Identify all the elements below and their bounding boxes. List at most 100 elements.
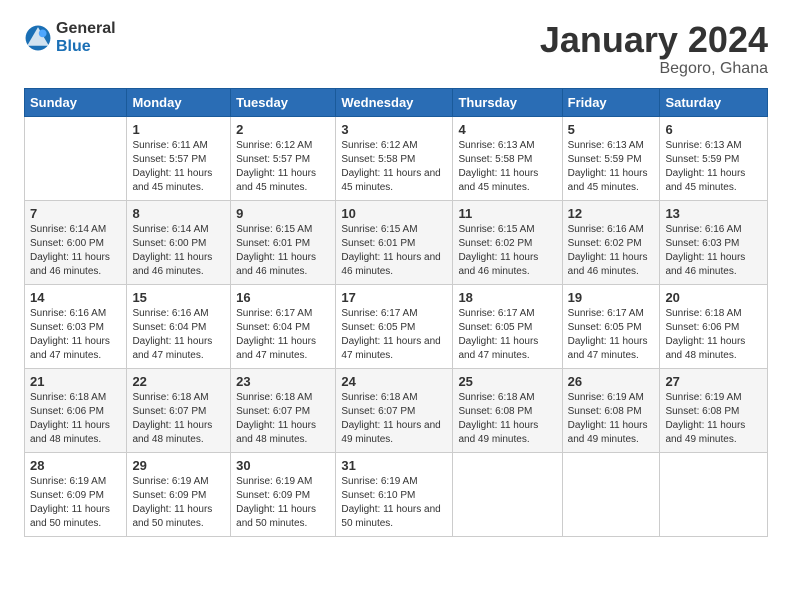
day-number: 18 — [458, 290, 556, 305]
calendar-cell: 15 Sunrise: 6:16 AM Sunset: 6:04 PM Dayl… — [127, 284, 231, 368]
day-number: 8 — [132, 206, 225, 221]
calendar-subtitle: Begoro, Ghana — [540, 60, 768, 78]
day-number: 12 — [568, 206, 655, 221]
column-header-wednesday: Wednesday — [336, 88, 453, 116]
calendar-cell: 22 Sunrise: 6:18 AM Sunset: 6:07 PM Dayl… — [127, 368, 231, 452]
calendar-cell: 20 Sunrise: 6:18 AM Sunset: 6:06 PM Dayl… — [660, 284, 768, 368]
calendar-cell: 25 Sunrise: 6:18 AM Sunset: 6:08 PM Dayl… — [453, 368, 562, 452]
calendar-cell: 23 Sunrise: 6:18 AM Sunset: 6:07 PM Dayl… — [231, 368, 336, 452]
day-number: 11 — [458, 206, 556, 221]
calendar-cell: 19 Sunrise: 6:17 AM Sunset: 6:05 PM Dayl… — [562, 284, 660, 368]
day-number: 30 — [236, 458, 330, 473]
day-details: Sunrise: 6:13 AM Sunset: 5:59 PM Dayligh… — [568, 139, 655, 195]
day-number: 17 — [341, 290, 447, 305]
day-details: Sunrise: 6:16 AM Sunset: 6:04 PM Dayligh… — [132, 307, 225, 363]
calendar-cell — [660, 452, 768, 536]
calendar-title: January 2024 — [540, 20, 768, 60]
calendar-cell: 8 Sunrise: 6:14 AM Sunset: 6:00 PM Dayli… — [127, 200, 231, 284]
calendar-cell: 1 Sunrise: 6:11 AM Sunset: 5:57 PM Dayli… — [127, 116, 231, 200]
day-number: 4 — [458, 122, 556, 137]
calendar-week-row: 7 Sunrise: 6:14 AM Sunset: 6:00 PM Dayli… — [25, 200, 768, 284]
day-details: Sunrise: 6:16 AM Sunset: 6:02 PM Dayligh… — [568, 223, 655, 279]
day-details: Sunrise: 6:11 AM Sunset: 5:57 PM Dayligh… — [132, 139, 225, 195]
day-number: 5 — [568, 122, 655, 137]
calendar-week-row: 21 Sunrise: 6:18 AM Sunset: 6:06 PM Dayl… — [25, 368, 768, 452]
calendar-cell: 26 Sunrise: 6:19 AM Sunset: 6:08 PM Dayl… — [562, 368, 660, 452]
calendar-cell: 2 Sunrise: 6:12 AM Sunset: 5:57 PM Dayli… — [231, 116, 336, 200]
day-details: Sunrise: 6:18 AM Sunset: 6:06 PM Dayligh… — [30, 391, 121, 447]
day-details: Sunrise: 6:17 AM Sunset: 6:05 PM Dayligh… — [341, 307, 447, 363]
calendar-cell: 5 Sunrise: 6:13 AM Sunset: 5:59 PM Dayli… — [562, 116, 660, 200]
day-details: Sunrise: 6:19 AM Sunset: 6:09 PM Dayligh… — [30, 475, 121, 531]
day-details: Sunrise: 6:19 AM Sunset: 6:10 PM Dayligh… — [341, 475, 447, 531]
calendar-week-row: 28 Sunrise: 6:19 AM Sunset: 6:09 PM Dayl… — [25, 452, 768, 536]
day-number: 15 — [132, 290, 225, 305]
day-number: 14 — [30, 290, 121, 305]
calendar-cell: 18 Sunrise: 6:17 AM Sunset: 6:05 PM Dayl… — [453, 284, 562, 368]
title-area: January 2024 Begoro, Ghana — [540, 20, 768, 78]
day-number: 26 — [568, 374, 655, 389]
day-number: 9 — [236, 206, 330, 221]
calendar-cell: 10 Sunrise: 6:15 AM Sunset: 6:01 PM Dayl… — [336, 200, 453, 284]
calendar-cell: 27 Sunrise: 6:19 AM Sunset: 6:08 PM Dayl… — [660, 368, 768, 452]
calendar-cell: 14 Sunrise: 6:16 AM Sunset: 6:03 PM Dayl… — [25, 284, 127, 368]
calendar-cell: 11 Sunrise: 6:15 AM Sunset: 6:02 PM Dayl… — [453, 200, 562, 284]
day-details: Sunrise: 6:19 AM Sunset: 6:08 PM Dayligh… — [568, 391, 655, 447]
day-number: 2 — [236, 122, 330, 137]
column-header-monday: Monday — [127, 88, 231, 116]
calendar-week-row: 1 Sunrise: 6:11 AM Sunset: 5:57 PM Dayli… — [25, 116, 768, 200]
column-header-tuesday: Tuesday — [231, 88, 336, 116]
calendar-cell: 21 Sunrise: 6:18 AM Sunset: 6:06 PM Dayl… — [25, 368, 127, 452]
day-details: Sunrise: 6:17 AM Sunset: 6:05 PM Dayligh… — [568, 307, 655, 363]
day-details: Sunrise: 6:12 AM Sunset: 5:58 PM Dayligh… — [341, 139, 447, 195]
day-number: 23 — [236, 374, 330, 389]
day-number: 16 — [236, 290, 330, 305]
calendar-cell: 3 Sunrise: 6:12 AM Sunset: 5:58 PM Dayli… — [336, 116, 453, 200]
day-number: 29 — [132, 458, 225, 473]
day-details: Sunrise: 6:17 AM Sunset: 6:04 PM Dayligh… — [236, 307, 330, 363]
day-number: 24 — [341, 374, 447, 389]
calendar-cell: 12 Sunrise: 6:16 AM Sunset: 6:02 PM Dayl… — [562, 200, 660, 284]
calendar-cell: 28 Sunrise: 6:19 AM Sunset: 6:09 PM Dayl… — [25, 452, 127, 536]
logo: General Blue — [24, 20, 116, 55]
column-header-sunday: Sunday — [25, 88, 127, 116]
day-number: 28 — [30, 458, 121, 473]
calendar-cell — [25, 116, 127, 200]
day-details: Sunrise: 6:12 AM Sunset: 5:57 PM Dayligh… — [236, 139, 330, 195]
day-details: Sunrise: 6:17 AM Sunset: 6:05 PM Dayligh… — [458, 307, 556, 363]
day-details: Sunrise: 6:13 AM Sunset: 5:59 PM Dayligh… — [665, 139, 762, 195]
logo-general: General — [56, 20, 116, 38]
calendar-week-row: 14 Sunrise: 6:16 AM Sunset: 6:03 PM Dayl… — [25, 284, 768, 368]
day-details: Sunrise: 6:18 AM Sunset: 6:07 PM Dayligh… — [132, 391, 225, 447]
calendar-cell: 4 Sunrise: 6:13 AM Sunset: 5:58 PM Dayli… — [453, 116, 562, 200]
day-number: 25 — [458, 374, 556, 389]
day-details: Sunrise: 6:15 AM Sunset: 6:01 PM Dayligh… — [236, 223, 330, 279]
day-details: Sunrise: 6:13 AM Sunset: 5:58 PM Dayligh… — [458, 139, 556, 195]
day-details: Sunrise: 6:18 AM Sunset: 6:08 PM Dayligh… — [458, 391, 556, 447]
calendar-table: SundayMondayTuesdayWednesdayThursdayFrid… — [24, 88, 768, 537]
calendar-cell: 24 Sunrise: 6:18 AM Sunset: 6:07 PM Dayl… — [336, 368, 453, 452]
day-details: Sunrise: 6:16 AM Sunset: 6:03 PM Dayligh… — [665, 223, 762, 279]
day-details: Sunrise: 6:14 AM Sunset: 6:00 PM Dayligh… — [132, 223, 225, 279]
day-number: 3 — [341, 122, 447, 137]
calendar-cell: 13 Sunrise: 6:16 AM Sunset: 6:03 PM Dayl… — [660, 200, 768, 284]
day-details: Sunrise: 6:15 AM Sunset: 6:01 PM Dayligh… — [341, 223, 447, 279]
day-details: Sunrise: 6:18 AM Sunset: 6:07 PM Dayligh… — [236, 391, 330, 447]
day-details: Sunrise: 6:14 AM Sunset: 6:00 PM Dayligh… — [30, 223, 121, 279]
calendar-cell — [562, 452, 660, 536]
calendar-cell: 30 Sunrise: 6:19 AM Sunset: 6:09 PM Dayl… — [231, 452, 336, 536]
day-number: 13 — [665, 206, 762, 221]
day-details: Sunrise: 6:18 AM Sunset: 6:07 PM Dayligh… — [341, 391, 447, 447]
day-number: 31 — [341, 458, 447, 473]
day-number: 7 — [30, 206, 121, 221]
calendar-cell: 31 Sunrise: 6:19 AM Sunset: 6:10 PM Dayl… — [336, 452, 453, 536]
calendar-header-row: SundayMondayTuesdayWednesdayThursdayFrid… — [25, 88, 768, 116]
day-details: Sunrise: 6:18 AM Sunset: 6:06 PM Dayligh… — [665, 307, 762, 363]
column-header-thursday: Thursday — [453, 88, 562, 116]
calendar-cell: 29 Sunrise: 6:19 AM Sunset: 6:09 PM Dayl… — [127, 452, 231, 536]
day-number: 22 — [132, 374, 225, 389]
day-details: Sunrise: 6:19 AM Sunset: 6:08 PM Dayligh… — [665, 391, 762, 447]
day-details: Sunrise: 6:19 AM Sunset: 6:09 PM Dayligh… — [236, 475, 330, 531]
day-number: 19 — [568, 290, 655, 305]
day-number: 20 — [665, 290, 762, 305]
